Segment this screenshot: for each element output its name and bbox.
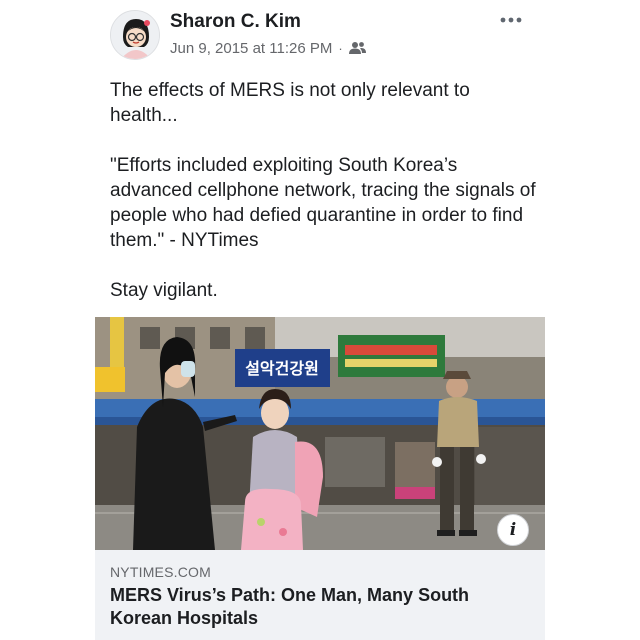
meta-separator: ·: [338, 40, 343, 56]
author-name[interactable]: Sharon C. Kim: [170, 11, 301, 33]
info-icon[interactable]: i: [497, 514, 529, 546]
avatar[interactable]: [110, 10, 160, 60]
link-preview-image[interactable]: 설악건강원 i: [95, 317, 545, 550]
more-options-icon[interactable]: [494, 8, 528, 32]
facebook-post: Sharon C. Kim Jun 9, 2015 at 11:26 PM · …: [0, 0, 640, 640]
friends-icon[interactable]: [348, 41, 366, 55]
post-timestamp[interactable]: Jun 9, 2015 at 11:26 PM: [170, 40, 332, 57]
post-text: The effects of MERS is not only relevant…: [110, 78, 540, 303]
post-text-closing: Stay vigilant.: [110, 280, 218, 301]
avatar-cartoon-icon: [111, 11, 159, 59]
street-photo: 설악건강원: [95, 317, 545, 550]
post-text-line: The effects of MERS is not only relevant…: [110, 80, 470, 126]
link-headline[interactable]: MERS Virus’s Path: One Man, Many South K…: [110, 584, 530, 630]
info-glyph: i: [509, 520, 517, 540]
post-meta: Jun 9, 2015 at 11:26 PM ·: [170, 38, 366, 58]
link-domain: NYTIMES.COM: [110, 564, 211, 580]
post-text-quote: "Efforts included exploiting South Korea…: [110, 155, 536, 251]
link-preview-caption[interactable]: NYTIMES.COM MERS Virus’s Path: One Man, …: [95, 550, 545, 640]
store-sign-text: 설악건강원: [245, 359, 319, 378]
